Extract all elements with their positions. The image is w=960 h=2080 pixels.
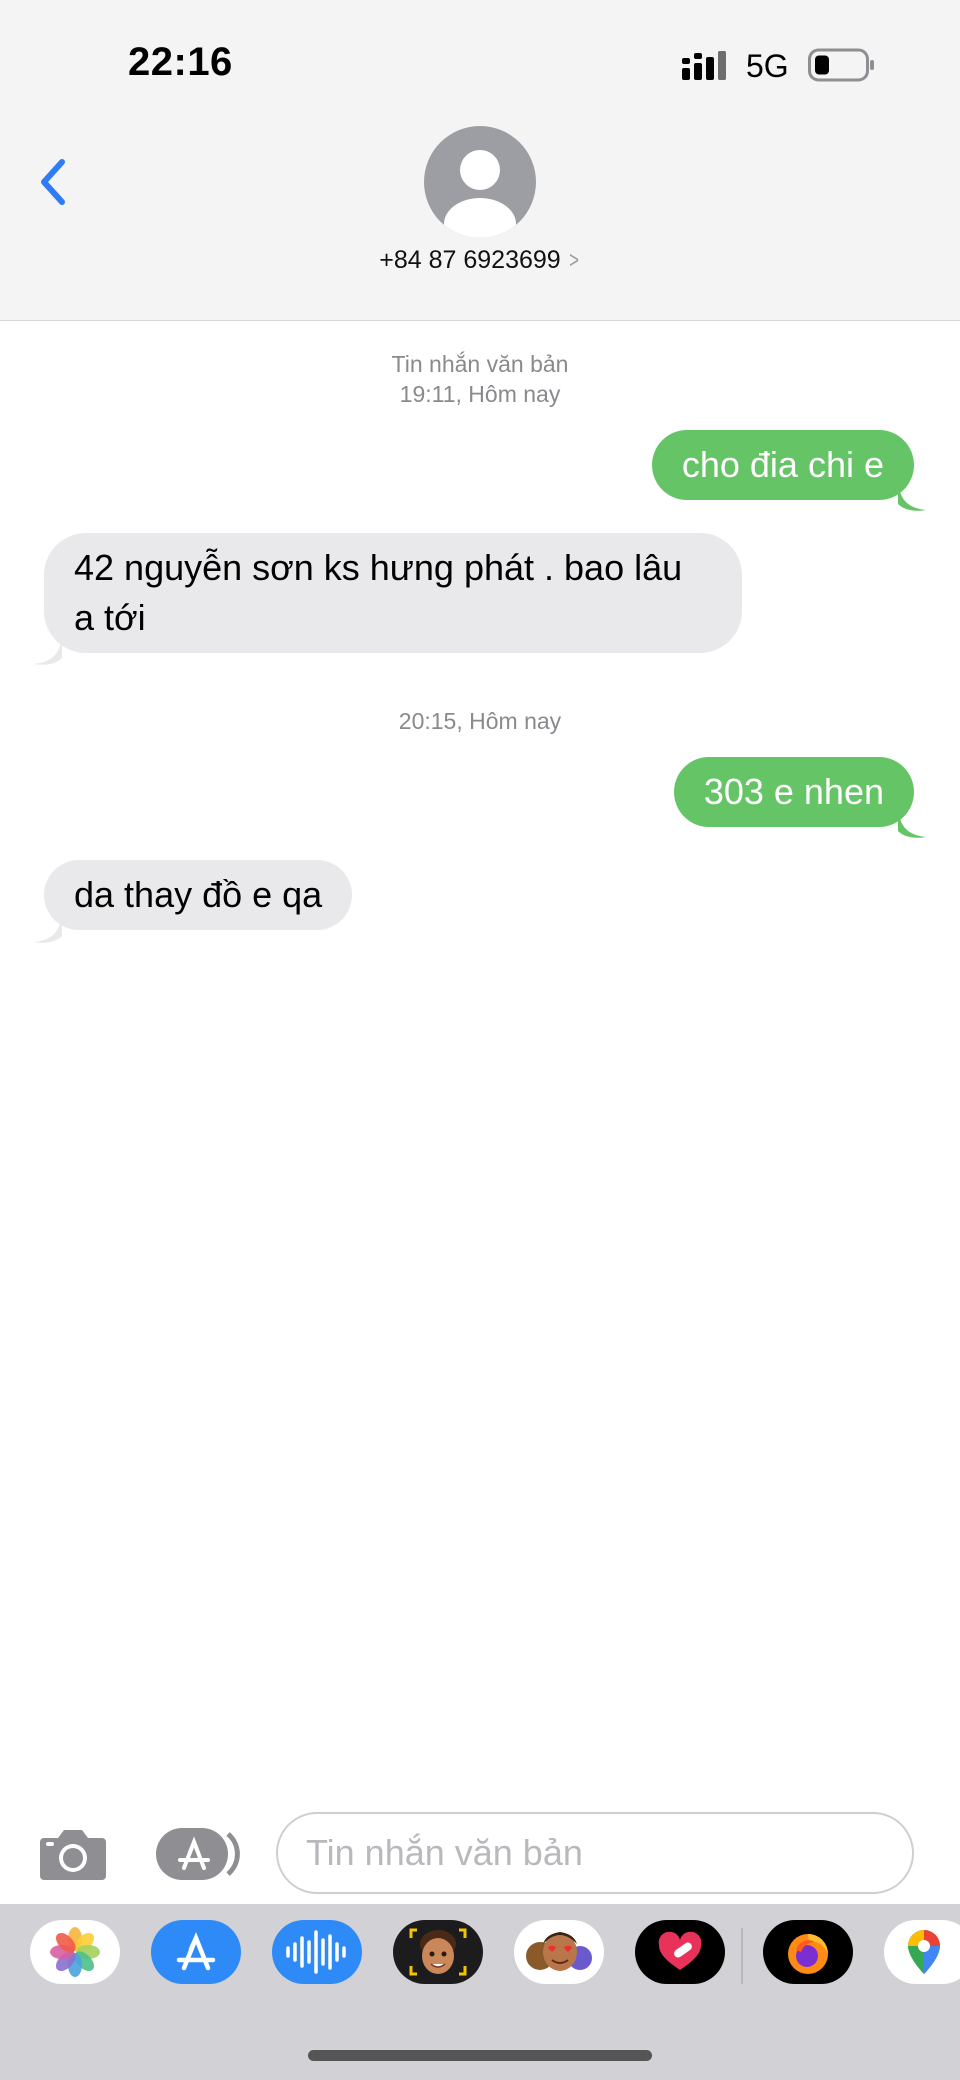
timestamp-header: Tin nhắn văn bản 19:11, Hôm nay: [0, 349, 960, 409]
signal-icon: [682, 51, 726, 80]
audio-message-icon[interactable]: [272, 1920, 362, 1984]
message-text: da thay đồ e qa: [74, 874, 323, 915]
conversation-header: 22:16 5G +84 87 6923699 >: [0, 0, 960, 321]
drawer-separator: [741, 1928, 743, 1984]
photos-icon[interactable]: [30, 1920, 120, 1984]
imessage-app-drawer: [0, 1904, 960, 2080]
message-text: 303 e nhen: [703, 771, 884, 812]
message-bubble-outgoing[interactable]: 303 e nhen: [673, 757, 914, 827]
timestamp-line: 19:11, Hôm nay: [399, 381, 561, 407]
firefox-icon[interactable]: [763, 1920, 853, 1984]
message-text: 42 nguyễn sơn ks hưng phát . bao lâu a t…: [74, 547, 683, 638]
contact-number: +84 87 6923699: [379, 246, 561, 274]
status-time: 22:16: [128, 40, 233, 84]
timestamp-day: Hôm nay: [469, 708, 562, 734]
memoji-icon[interactable]: [393, 1920, 483, 1984]
timestamp-time: 20:15: [398, 708, 457, 734]
camera-icon[interactable]: [38, 1826, 108, 1882]
timestamp-day: Hôm nay: [468, 381, 561, 407]
contact-avatar[interactable]: [424, 126, 536, 238]
timestamp-time: 19:11: [399, 381, 456, 407]
message-input-field[interactable]: [276, 1812, 914, 1894]
chevron-right-icon: >: [568, 247, 579, 274]
message-bubble-incoming[interactable]: 42 nguyễn sơn ks hưng phát . bao lâu a t…: [44, 533, 742, 653]
timestamp-line: 20:15, Hôm nay: [398, 708, 562, 734]
app-store-icon[interactable]: [151, 1920, 241, 1984]
message-bubble-incoming[interactable]: da thay đồ e qa: [44, 860, 353, 930]
message-type-label: Tin nhắn văn bản: [391, 351, 569, 377]
battery-icon: [808, 48, 874, 82]
google-maps-icon[interactable]: [884, 1920, 960, 1984]
contact-name[interactable]: +84 87 6923699 >: [0, 246, 960, 275]
animoji-stickers-icon[interactable]: [514, 1920, 604, 1984]
message-input[interactable]: [306, 1814, 896, 1892]
back-chevron-icon[interactable]: [30, 152, 74, 212]
home-indicator: [308, 2050, 652, 2061]
app-store-button-icon[interactable]: [154, 1826, 240, 1882]
network-type: 5G: [746, 48, 789, 84]
digital-touch-icon[interactable]: [635, 1920, 725, 1984]
message-text: cho đia chi e: [681, 444, 884, 485]
message-bubble-outgoing[interactable]: cho đia chi e: [651, 430, 914, 500]
